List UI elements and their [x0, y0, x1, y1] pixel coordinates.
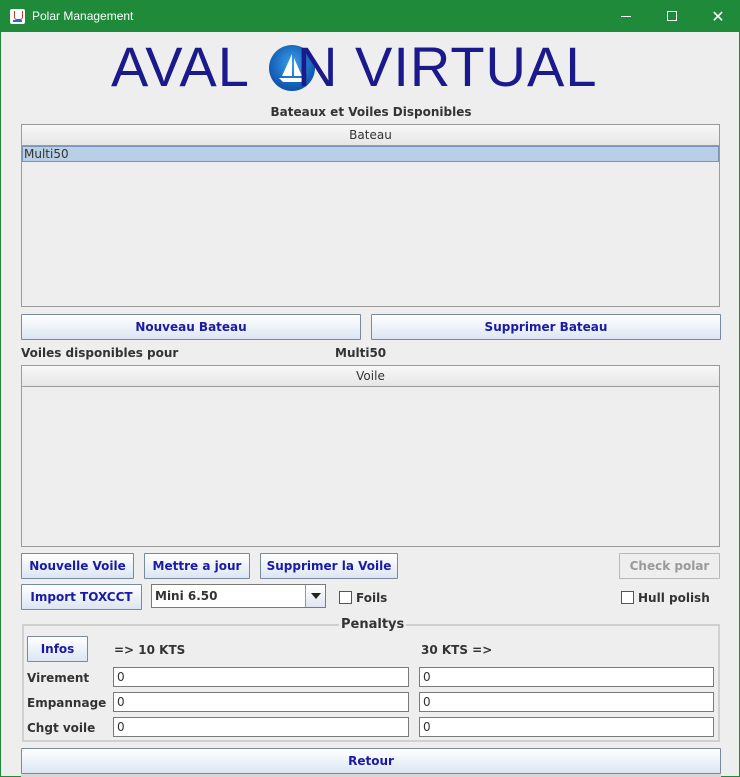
- close-button[interactable]: ✕: [695, 1, 740, 32]
- selected-boat-label: Multi50: [335, 346, 387, 360]
- title-bar: Polar Management ✕: [1, 1, 739, 32]
- hull-polish-checkbox[interactable]: [621, 591, 634, 604]
- maximize-button[interactable]: [649, 1, 695, 32]
- delete-boat-button[interactable]: Supprimer Bateau: [371, 314, 721, 340]
- window-title: Polar Management: [32, 9, 134, 23]
- table-row[interactable]: Multi50: [22, 146, 719, 162]
- infos-button[interactable]: Infos: [27, 636, 88, 662]
- boat-column-header[interactable]: Bateau: [22, 125, 719, 146]
- logo-text-right: N VIRTUAL: [297, 35, 598, 98]
- check-polar-button[interactable]: Check polar: [619, 553, 720, 579]
- boat-table[interactable]: Bateau Multi50: [21, 124, 720, 307]
- gybe-high-input[interactable]: 0: [419, 692, 714, 712]
- foils-checkbox[interactable]: [339, 591, 352, 604]
- update-button[interactable]: Mettre a jour: [144, 553, 250, 579]
- minimize-button[interactable]: [603, 1, 649, 32]
- high-wind-header: 30 KTS =>: [421, 643, 493, 657]
- delete-sail-button[interactable]: Supprimer la Voile: [260, 553, 398, 579]
- maximize-icon: [667, 11, 677, 21]
- new-sail-button[interactable]: Nouvelle Voile: [21, 553, 134, 579]
- close-icon: ✕: [711, 7, 725, 26]
- logo-text-left: AVAL: [111, 35, 250, 98]
- polar-management-window: Polar Management ✕ AVAL N VIRTUAL Bateau…: [0, 0, 740, 777]
- low-wind-header: => 10 KTS: [114, 643, 186, 657]
- penalties-legend: Penaltys: [339, 617, 407, 632]
- sail-table[interactable]: Voile: [21, 365, 720, 547]
- tack-low-input[interactable]: 0: [113, 667, 409, 687]
- sail-change-label: Chgt voile: [27, 721, 96, 735]
- sails-available-label: Voiles disponibles pour: [21, 346, 179, 360]
- tack-high-input[interactable]: 0: [419, 667, 714, 687]
- gybe-label: Empannage: [27, 696, 107, 710]
- sail-type-value: Mini 6.50: [155, 589, 218, 603]
- foils-label: Foils: [356, 591, 388, 605]
- tack-label: Virement: [27, 671, 90, 685]
- chevron-down-icon[interactable]: [305, 585, 325, 607]
- avalon-virtual-logo: AVAL N VIRTUAL: [111, 35, 621, 98]
- boats-section-title: Bateaux et Voiles Disponibles: [270, 105, 472, 119]
- hull-polish-label: Hull polish: [638, 591, 710, 605]
- minimize-icon: [621, 16, 631, 17]
- gybe-low-input[interactable]: 0: [113, 692, 409, 712]
- java-app-icon: [10, 9, 25, 24]
- sail-column-header[interactable]: Voile: [22, 366, 719, 387]
- sail-change-low-input[interactable]: 0: [113, 717, 409, 737]
- sail-type-select[interactable]: Mini 6.50: [151, 584, 326, 608]
- import-toxcct-button[interactable]: Import TOXCCT: [21, 584, 142, 610]
- back-button[interactable]: Retour: [21, 748, 721, 774]
- sail-change-high-input[interactable]: 0: [419, 717, 714, 737]
- new-boat-button[interactable]: Nouveau Bateau: [21, 314, 361, 340]
